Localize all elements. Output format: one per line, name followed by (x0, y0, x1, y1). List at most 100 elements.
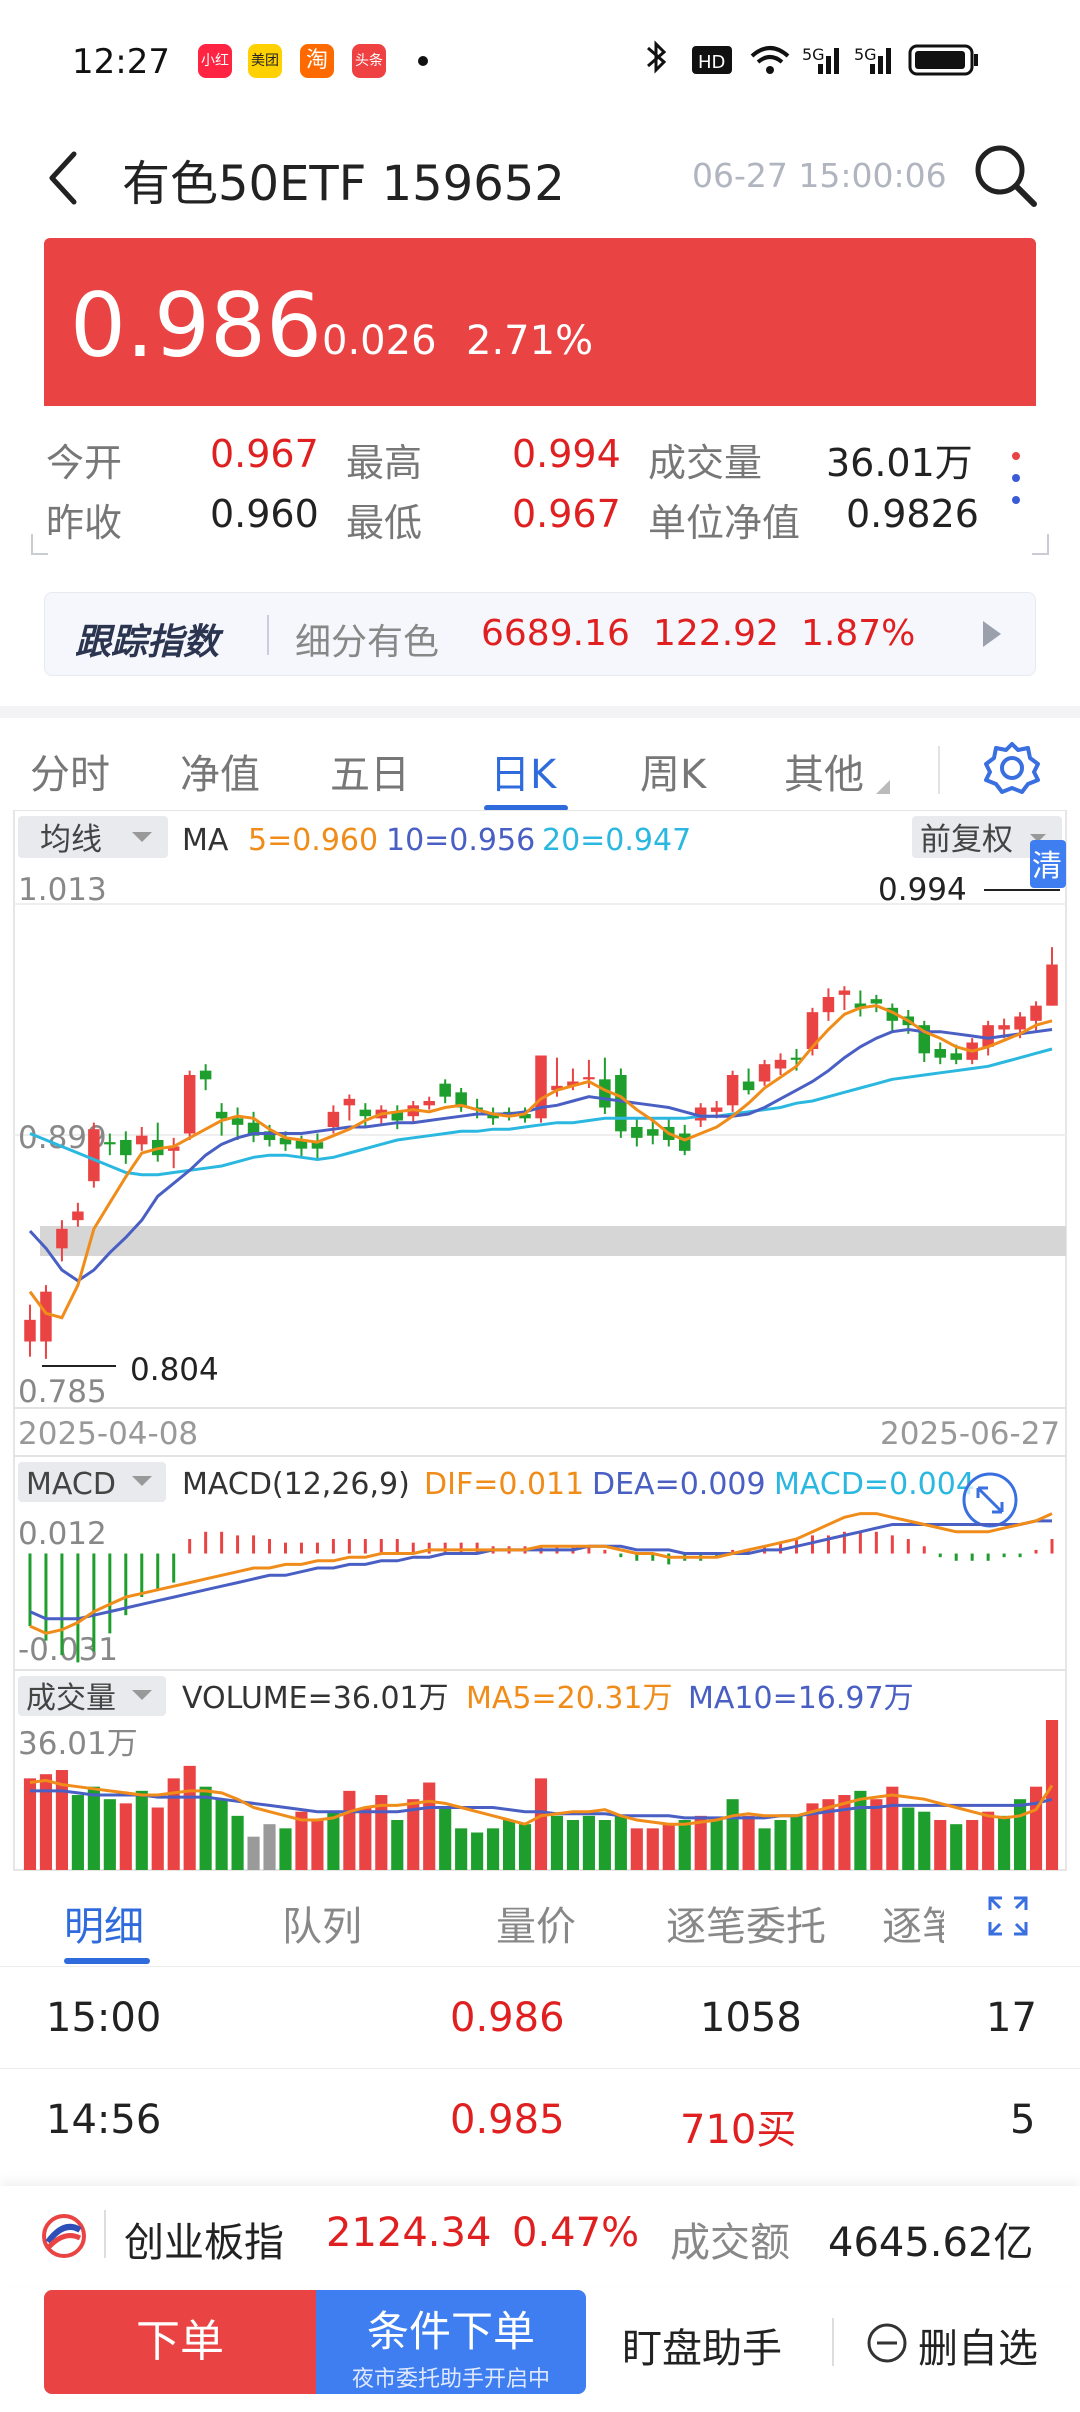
volume-bar (343, 1790, 356, 1870)
table-row: 15:00 0.986 1058 17 (0, 1966, 1080, 2066)
tab-tick-trades[interactable]: 逐笔 (882, 1894, 944, 1944)
volume-bar (247, 1836, 260, 1870)
remove-circle-icon[interactable] (866, 2322, 908, 2364)
wifi-icon (750, 46, 790, 74)
index-ticker-bar[interactable]: 创业板指 2124.34 0.47% 成交额 4645.62亿 (0, 2186, 1080, 2286)
price-banner: 0.986 0.026 2.71% (44, 238, 1036, 406)
monitor-assistant-button[interactable]: 盯盘助手 (622, 2316, 782, 2374)
table-row: 14:56 0.985 710买 5 (0, 2068, 1080, 2168)
volume-bar (918, 1811, 931, 1870)
volume-bar (183, 1765, 196, 1870)
trade-count: 17 (986, 1995, 1037, 2041)
remove-favorite-button[interactable]: 删自选 (918, 2316, 1038, 2374)
candle-body (199, 1070, 212, 1080)
volume-bar (582, 1815, 595, 1870)
order-button[interactable]: 下单 (44, 2290, 316, 2394)
tracking-index-pct: 1.87% (801, 613, 916, 654)
candle-body (423, 1101, 435, 1106)
tab-volume-price[interactable]: 量价 (496, 1894, 576, 1952)
tab-queue[interactable]: 队列 (282, 1894, 362, 1952)
volume-top-label: 36.01万 (18, 1726, 138, 1762)
macd-layer (28, 1512, 1054, 1663)
tab-other[interactable]: 其他 (784, 742, 864, 800)
battery-icon (908, 44, 978, 76)
volume-bar (774, 1820, 787, 1870)
candle-body (40, 1291, 52, 1342)
volume-bar (199, 1786, 212, 1870)
separator (832, 2318, 834, 2366)
volume-bar (502, 1820, 516, 1870)
low-value: 0.967 (512, 492, 621, 536)
tab-daily-k[interactable]: 日K (490, 742, 556, 800)
tab-intraday[interactable]: 分时 (30, 742, 110, 800)
conditional-order-button[interactable]: 条件下单 夜市委托助手开启中 (316, 2290, 586, 2394)
candle-body (726, 1075, 739, 1106)
candle-body (583, 1077, 595, 1080)
volume-bar (630, 1828, 643, 1870)
candle-body (742, 1081, 755, 1091)
volume-layer (23, 1720, 1059, 1870)
volume-bar (455, 1828, 468, 1870)
volume-bar (838, 1795, 851, 1870)
candle-body (710, 1107, 723, 1112)
volume-bar (71, 1795, 84, 1870)
gear-icon[interactable] (982, 738, 1042, 798)
chevron-right-icon (983, 621, 1001, 647)
volume-bar (742, 1815, 755, 1870)
more-dots-icon[interactable] (1004, 446, 1028, 510)
dea-value: DEA=0.009 (592, 1467, 766, 1502)
volume-bar (311, 1820, 324, 1870)
volume-bar (550, 1815, 564, 1870)
candles-layer (24, 947, 1058, 1359)
turnover-value: 4645.62亿 (828, 2220, 1034, 2266)
tracking-index-bar[interactable]: 跟踪指数 细分有色 6689.16 122.92 1.87% (44, 592, 1036, 676)
volume-bar (598, 1820, 611, 1870)
trade-price: 0.986 (450, 1995, 565, 2041)
date-start-label: 2025-04-08 (18, 1416, 198, 1452)
nav-value: 0.9826 (846, 492, 979, 536)
candle-body (104, 1142, 116, 1145)
separator (267, 615, 269, 655)
macd-value: MACD=0.004 (774, 1467, 975, 1502)
candle-body (72, 1211, 84, 1221)
volume-bar (662, 1824, 675, 1870)
status-time: 12:27 (72, 42, 170, 82)
candle-body (343, 1098, 356, 1106)
volume-bar (710, 1820, 723, 1870)
min-price-label: 0.804 (130, 1352, 219, 1388)
candle-body (774, 1059, 787, 1069)
volume-bar (1045, 1720, 1059, 1870)
price-change-pct: 2.71% (466, 318, 594, 364)
back-arrow-icon[interactable] (44, 148, 84, 208)
volume-bar (870, 1799, 883, 1870)
volume-bar (391, 1820, 404, 1870)
status-bar: 12:27 小红书 美团 淘 头条 HD 5G 5G (0, 0, 1080, 120)
tab-detail[interactable]: 明细 (64, 1894, 144, 1952)
meituan-icon: 美团 (248, 44, 282, 78)
tab-tick-orders[interactable]: 逐笔委托 (666, 1894, 826, 1952)
search-icon[interactable] (970, 140, 1042, 212)
ma20-value: 20=0.947 (542, 823, 691, 858)
tab-tick-trades-clip[interactable]: 逐笔 (882, 1894, 944, 1944)
page-title: 有色50ETF 159652 (122, 156, 565, 212)
expand-chart-icon[interactable] (962, 1472, 1018, 1528)
exchange-logo-icon (42, 2214, 86, 2258)
candle-body (327, 1111, 340, 1127)
macd-params: MACD(12,26,9) (182, 1467, 410, 1502)
volume-bar (87, 1786, 100, 1870)
tab-five-day[interactable]: 五日 (330, 742, 410, 800)
svg-text:5G: 5G (802, 45, 825, 64)
tab-nav[interactable]: 净值 (180, 742, 260, 800)
candle-body (615, 1075, 627, 1132)
trade-time: 15:00 (46, 1995, 162, 2041)
candle-body (678, 1133, 691, 1151)
kline-chart[interactable]: 均线 MA 5=0.960 10=0.956 20=0.947 前复权 清 1.… (0, 810, 1080, 1880)
candle-body (136, 1135, 148, 1145)
svg-text:HD: HD (698, 52, 725, 73)
volume-bar (39, 1774, 53, 1870)
fullscreen-icon[interactable] (986, 1894, 1030, 1938)
volume-label: 成交量 (648, 441, 763, 485)
volume-bar (902, 1807, 915, 1870)
volume-bar (758, 1828, 771, 1870)
tab-weekly-k[interactable]: 周K (640, 742, 706, 800)
